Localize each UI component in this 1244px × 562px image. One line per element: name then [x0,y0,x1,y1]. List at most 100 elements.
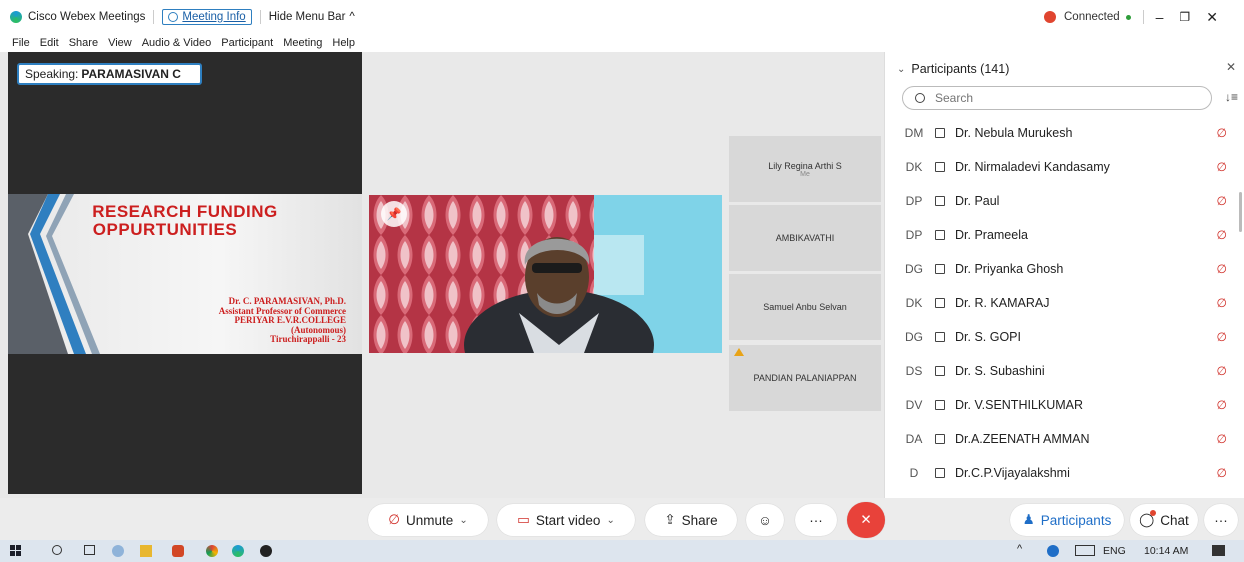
restore-button[interactable]: ❐ [1179,10,1190,24]
tile-name: Lily Regina Arthi S [768,160,842,171]
menu-audio-video[interactable]: Audio & Video [142,37,212,49]
connection-status: Connected [1064,11,1120,23]
pin-button[interactable]: 📌 [381,201,407,227]
mic-off-icon: ∅ [1216,160,1227,174]
notification-icon[interactable] [1212,545,1225,556]
settings-app-icon[interactable] [112,545,124,557]
participant-tile[interactable]: AMBIKAVATHI [729,205,881,271]
device-icon [935,162,945,172]
avatar-initials: DA [905,432,923,446]
device-icon [935,468,945,478]
device-icon [935,264,945,274]
participant-tile[interactable]: PANDIAN PALANIAPPAN [729,345,881,411]
mic-off-icon: ∅ [1216,330,1227,344]
avatar-initials: DP [905,228,923,242]
avatar-initials: DS [905,364,923,378]
search-input[interactable] [933,90,1177,106]
more-options-button[interactable]: ··· [795,504,837,536]
language-indicator[interactable]: ENG [1103,545,1126,557]
menu-view[interactable]: View [108,37,132,49]
chevron-up-icon[interactable]: ^ [1017,543,1022,555]
tile-name: Samuel Anbu Selvan [763,302,847,312]
participant-row[interactable]: DG Dr. S. GOPI ∅ [885,320,1244,354]
sort-icon[interactable]: ↓≡ [1225,90,1238,104]
hide-menu-bar-button[interactable]: Hide Menu Bar ^ [269,11,355,23]
participants-button[interactable]: ♟ Participants [1010,504,1124,536]
record-icon [1044,11,1056,23]
participant-row[interactable]: DA Dr.A.ZEENATH AMMAN ∅ [885,422,1244,456]
speaker-video-frame [369,195,722,353]
mic-off-icon: ∅ [388,512,401,527]
menu-share[interactable]: Share [69,37,98,49]
participant-row[interactable]: DK Dr. Nirmaladevi Kandasamy ∅ [885,150,1244,184]
task-view-icon[interactable] [84,545,95,555]
powerpoint-icon[interactable] [172,545,184,557]
close-panel-button[interactable]: ✕ [1226,60,1236,74]
avatar-initials: DK [905,160,923,174]
video-off-icon: ▭ [517,512,530,527]
meeting-info-label: Meeting Info [182,11,246,23]
participant-tile[interactable]: Samuel Anbu Selvan [729,274,881,340]
start-video-button[interactable]: ▭ Start video ⌄ [497,504,635,536]
emoji-icon: ☺ [758,512,772,528]
panel-scrollbar[interactable] [1239,192,1242,232]
participant-row[interactable]: DP Dr. Paul ∅ [885,184,1244,218]
participant-row[interactable]: DS Dr. S. Subashini ∅ [885,354,1244,388]
reactions-button[interactable]: ☺ [746,504,784,536]
participant-name: Dr. S. GOPI [955,330,1021,344]
participant-row[interactable]: DK Dr. R. KAMARAJ ∅ [885,286,1244,320]
participant-row[interactable]: D Dr.C.P.Vijayalakshmi ∅ [885,456,1244,490]
more-icon: ··· [1214,512,1228,528]
presentation-slide: RESEARCH FUNDING OPPURTUNITIES Dr. C. PA… [8,194,362,354]
app-icon[interactable] [260,545,272,557]
participant-name: Dr. S. Subashini [955,364,1045,378]
bluetooth-icon[interactable] [1047,545,1059,557]
device-icon [935,128,945,138]
minimize-button[interactable]: – [1156,9,1164,25]
device-icon [935,400,945,410]
menu-participant[interactable]: Participant [221,37,273,49]
close-call-icon: ✕ [860,512,872,527]
tile-name: PANDIAN PALANIAPPAN [753,373,857,383]
participant-row[interactable]: DV Dr. V.SENTHILKUMAR ∅ [885,388,1244,422]
avatar-initials: DV [905,398,923,412]
speaker-video: 📌 [369,195,722,353]
menu-edit[interactable]: Edit [40,37,59,49]
participant-tile[interactable]: Lily Regina Arthi S Me [729,136,881,202]
file-explorer-icon[interactable] [140,545,152,557]
menu-bar: File Edit Share View Audio & Video Parti… [0,34,1244,52]
keyboard-icon[interactable] [1075,545,1095,556]
chat-button[interactable]: ◯ Chat [1130,504,1198,536]
meeting-info-button[interactable]: Meeting Info [162,9,252,25]
leave-meeting-button[interactable]: ✕ [847,502,885,538]
participant-row[interactable]: DM Dr. Nebula Murukesh ∅ [885,116,1244,150]
chat-icon: ◯ [1139,510,1157,527]
chevron-down-icon: ⌄ [459,514,468,526]
participant-name: Dr. Prameela [955,228,1028,242]
clock[interactable]: 10:14 AM [1144,545,1188,557]
participant-name: Dr. R. KAMARAJ [955,296,1050,310]
chrome-icon[interactable] [206,545,218,557]
device-icon [935,196,945,206]
participant-name: Dr. V.SENTHILKUMAR [955,398,1084,412]
search-icon[interactable] [52,545,62,555]
collapse-chevron-icon[interactable]: ⌄ [897,64,905,75]
participants-panel: ⌄ Participants (141) ✕ ↓≡ DM Dr. Nebula M… [884,52,1244,498]
webex-taskbar-icon[interactable] [232,545,244,557]
unmute-button[interactable]: ∅ Unmute ⌄ [368,504,488,536]
participant-row[interactable]: DP Dr. Prameela ∅ [885,218,1244,252]
participant-search-box[interactable] [902,86,1212,110]
menu-file[interactable]: File [12,37,30,49]
menu-meeting[interactable]: Meeting [283,37,322,49]
mic-off-icon: ∅ [1216,398,1227,412]
close-window-button[interactable]: ✕ [1206,9,1218,26]
participant-name: Dr. Nirmaladevi Kandasamy [955,160,1110,174]
participant-row[interactable]: DG Dr. Priyanka Ghosh ∅ [885,252,1244,286]
panel-more-button[interactable]: ··· [1204,504,1238,536]
menu-help[interactable]: Help [332,37,355,49]
mic-off-icon: ∅ [1216,228,1227,242]
share-button[interactable]: ⇪ Share [645,504,737,536]
connected-dot-icon [1125,14,1131,20]
avatar-initials: DP [905,194,923,208]
windows-start-icon[interactable] [10,545,21,556]
